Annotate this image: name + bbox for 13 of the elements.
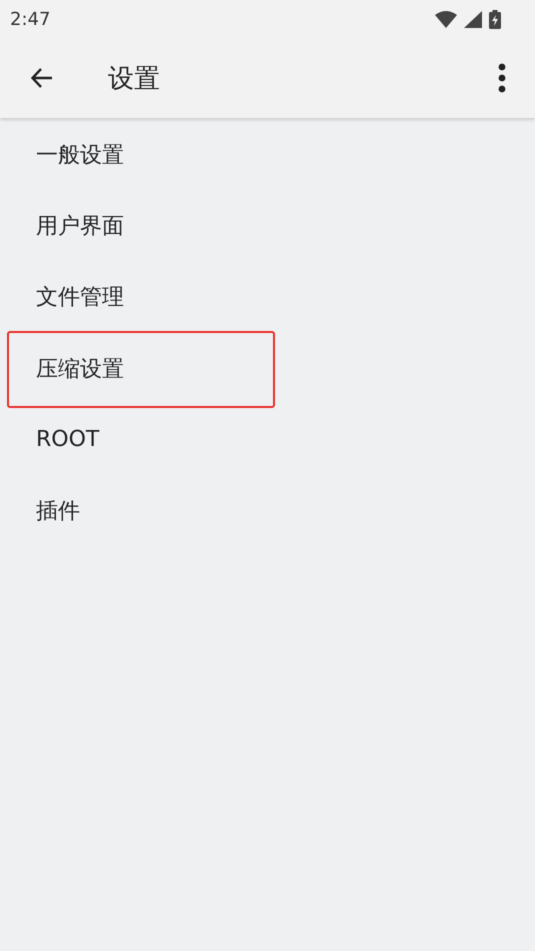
- signal-icon: [464, 10, 482, 28]
- settings-item[interactable]: 插件: [36, 496, 80, 526]
- settings-item[interactable]: ROOT: [36, 427, 100, 452]
- status-time: 2:47: [10, 8, 50, 30]
- settings-item[interactable]: 文件管理: [36, 282, 124, 312]
- more-options-icon[interactable]: [498, 63, 506, 93]
- battery-icon: [489, 10, 501, 28]
- settings-item[interactable]: 一般设置: [36, 140, 124, 170]
- wifi-icon: [435, 10, 457, 28]
- settings-item[interactable]: 压缩设置: [36, 354, 124, 384]
- settings-item[interactable]: 用户界面: [36, 210, 124, 241]
- back-arrow-icon[interactable]: [30, 66, 54, 90]
- screen-title: 设置: [108, 62, 160, 96]
